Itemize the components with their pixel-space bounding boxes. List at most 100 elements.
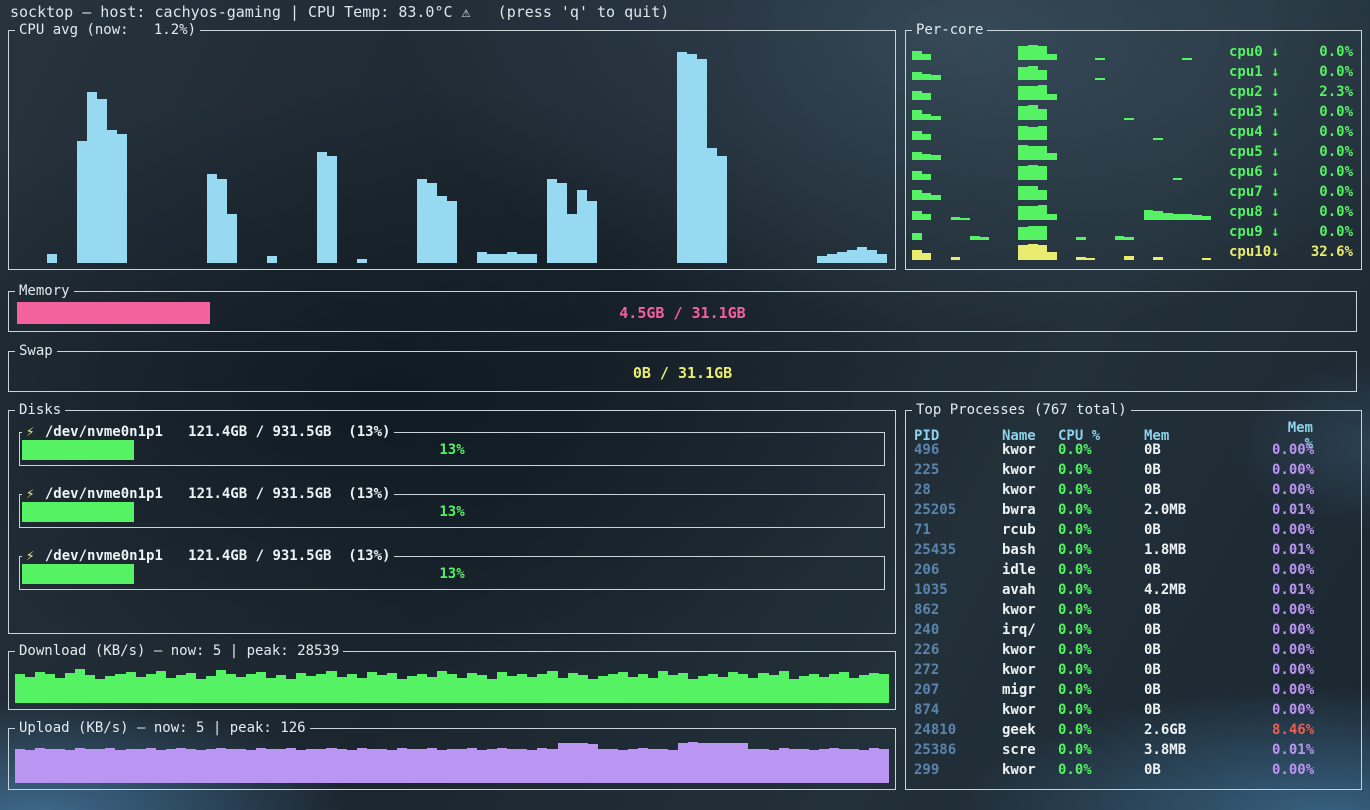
chart-bar	[477, 750, 487, 783]
chart-bar	[1124, 237, 1134, 240]
chart-bar	[527, 254, 537, 263]
process-mem: 1.8MB	[1144, 542, 1272, 558]
process-row: 25386scre0.0%3.8MB0.01%	[914, 740, 1353, 760]
core-row-cpu6: cpu6 ↓0.0%	[912, 162, 1353, 182]
chart-bar	[1153, 257, 1163, 260]
chart-bar	[427, 748, 437, 783]
processes-title: Top Processes (767 total)	[912, 402, 1131, 418]
chart-bar	[166, 678, 176, 703]
chart-bar	[648, 678, 658, 703]
chart-bar	[1028, 146, 1038, 160]
chart-bar	[1038, 146, 1048, 160]
chart-bar	[146, 674, 156, 703]
process-row: 496kwor0.0%0B0.00%	[914, 440, 1353, 460]
chart-bar	[246, 674, 256, 703]
chart-bar	[85, 749, 95, 783]
core-name: cpu2 ↓	[1229, 84, 1280, 100]
chart-bar	[266, 749, 276, 783]
process-cpu: 0.0%	[1058, 562, 1144, 578]
cpu-avg-panel: CPU avg (now: 1.2%)	[8, 22, 896, 270]
chart-bar	[227, 214, 237, 263]
core-label: cpu1 ↓0.0%	[1229, 64, 1353, 80]
chart-bar	[1124, 118, 1134, 120]
chart-bar	[1018, 86, 1028, 100]
process-mem-percent: 8.46%	[1272, 722, 1354, 738]
chart-bar	[1202, 258, 1212, 260]
chart-bar	[347, 674, 357, 703]
chart-bar	[960, 218, 970, 220]
chart-bar	[107, 130, 117, 263]
chart-bar	[912, 250, 922, 260]
process-pid: 226	[914, 642, 1002, 658]
core-value: 0.0%	[1319, 184, 1353, 200]
process-cpu: 0.0%	[1058, 582, 1144, 598]
core-row-cpu0: cpu0 ↓0.0%	[912, 42, 1353, 62]
disks-panel: Disks ⚡ /dev/nvme0n1p1 121.4GB / 931.5GB…	[8, 402, 896, 634]
process-cpu: 0.0%	[1058, 442, 1144, 458]
disk-item: ⚡ /dev/nvme0n1p1 121.4GB / 931.5GB (13%)…	[19, 486, 885, 528]
core-value: 0.0%	[1319, 64, 1353, 80]
chart-bar	[557, 183, 567, 263]
chart-bar	[568, 743, 578, 784]
core-label: cpu9 ↓0.0%	[1229, 224, 1353, 240]
chart-bar	[1018, 186, 1028, 200]
chart-bar	[1038, 190, 1048, 200]
chart-bar	[517, 674, 527, 703]
chart-bar	[186, 749, 196, 783]
chart-bar	[578, 675, 588, 703]
chart-bar	[1038, 126, 1048, 140]
chart-bar	[1047, 54, 1057, 60]
chart-bar	[1028, 165, 1038, 180]
disk-label: ⚡ /dev/nvme0n1p1 121.4GB / 931.5GB (13%)	[22, 548, 394, 564]
chart-bar	[1115, 236, 1125, 240]
chart-bar	[1038, 166, 1048, 180]
process-cpu: 0.0%	[1058, 522, 1144, 538]
process-mem: 2.0MB	[1144, 502, 1272, 518]
chart-bar	[799, 676, 809, 703]
chart-bar	[357, 259, 367, 263]
chart-bar	[87, 92, 97, 263]
memory-usage-label: 4.5GB / 31.1GB	[17, 301, 1348, 325]
chart-bar	[286, 679, 296, 703]
process-row: 272kwor0.0%0B0.00%	[914, 660, 1353, 680]
chart-bar	[951, 217, 961, 220]
disk-usage-percent: 13%	[22, 502, 882, 522]
chart-bar	[857, 247, 867, 263]
chart-bar	[789, 749, 799, 783]
chart-bar	[922, 93, 932, 100]
core-sparkline	[912, 84, 1221, 100]
chart-bar	[146, 748, 156, 783]
chart-bar	[206, 749, 216, 783]
core-name: cpu8 ↓	[1229, 204, 1280, 220]
chart-bar	[658, 671, 668, 703]
chart-bar	[276, 675, 286, 703]
core-value: 0.0%	[1319, 124, 1353, 140]
chart-bar	[216, 748, 226, 783]
chart-bar	[837, 252, 847, 263]
chart-bar	[677, 52, 687, 263]
chart-bar	[326, 748, 336, 783]
chart-bar	[1028, 127, 1038, 140]
process-cpu: 0.0%	[1058, 482, 1144, 498]
chart-bar	[1173, 214, 1183, 220]
chart-bar	[738, 743, 748, 783]
chart-bar	[879, 749, 889, 783]
chart-bar	[628, 677, 638, 703]
chart-bar	[547, 749, 557, 783]
process-table-header: PIDNameCPU %MemMem %	[914, 420, 1353, 440]
process-cpu: 0.0%	[1058, 502, 1144, 518]
core-value: 32.6%	[1311, 244, 1353, 260]
core-value: 0.0%	[1319, 164, 1353, 180]
process-pid: 24810	[914, 722, 1002, 738]
chart-bar	[15, 674, 25, 703]
process-cpu: 0.0%	[1058, 622, 1144, 638]
chart-bar	[922, 214, 932, 220]
chart-bar	[317, 152, 327, 263]
core-label: cpu4 ↓0.0%	[1229, 124, 1353, 140]
process-row: 1035avah0.0%4.2MB0.01%	[914, 580, 1353, 600]
chart-bar	[117, 134, 127, 263]
core-row-cpu1: cpu1 ↓0.0%	[912, 62, 1353, 82]
chart-bar	[1018, 227, 1028, 240]
memory-panel: Memory 4.5GB / 31.1GB	[8, 283, 1357, 332]
chart-bar	[779, 671, 789, 703]
